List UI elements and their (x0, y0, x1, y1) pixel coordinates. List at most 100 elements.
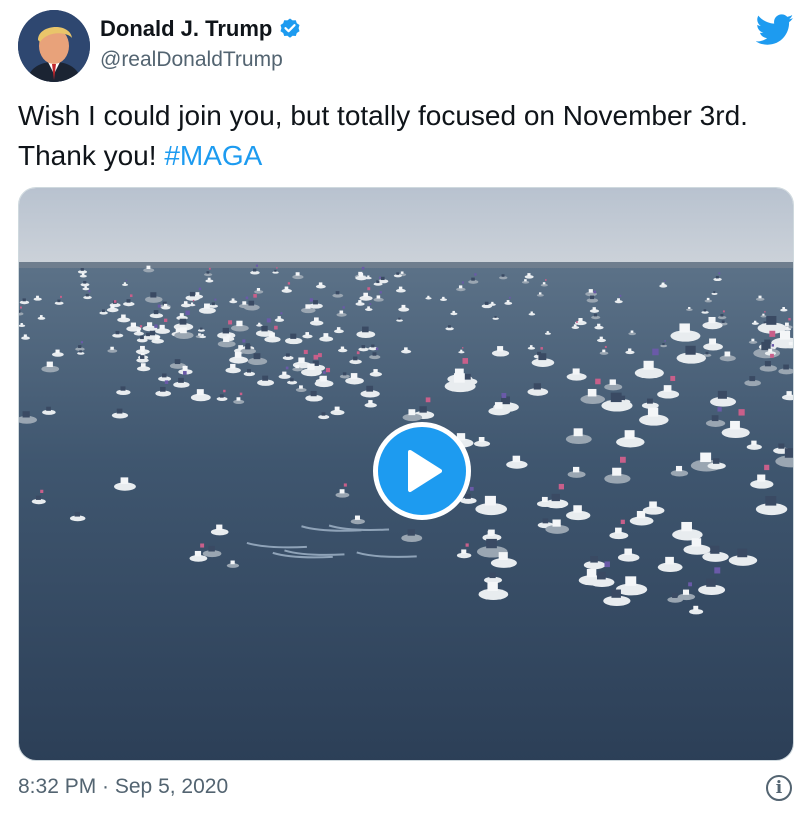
boat-cabin (80, 268, 84, 271)
boat-cabin (238, 345, 244, 350)
boat-cabin (649, 501, 657, 509)
boat-flag (620, 456, 626, 463)
hashtag-link[interactable]: #MAGA (164, 140, 262, 171)
boat-cabin (368, 400, 373, 404)
boat-cabin (242, 301, 247, 305)
boat-cabin (602, 349, 606, 353)
boat-flag (462, 347, 464, 349)
boat-flag (255, 264, 259, 267)
boat-cabin (290, 378, 294, 382)
profile-photo-icon (18, 10, 90, 82)
boat-flag (276, 267, 278, 269)
boat-cabin (219, 394, 224, 398)
boat-cabin (310, 390, 317, 397)
boat-cabin (342, 372, 347, 376)
boat-cabin (766, 315, 777, 325)
boat-flag (198, 287, 202, 291)
boat-cabin (81, 273, 85, 276)
boat-cabin (501, 274, 505, 277)
boat-cabin (57, 299, 61, 303)
boat-cabin (768, 348, 773, 353)
author-name[interactable]: Donald J. Trump (100, 16, 272, 42)
boat-flag (239, 392, 243, 396)
boat-cabin (587, 388, 597, 397)
boat-cabin (115, 330, 120, 335)
info-icon[interactable]: i (766, 775, 792, 801)
boat-cabin (262, 375, 269, 381)
video-player[interactable] (18, 187, 794, 761)
boat-cabin (179, 313, 184, 317)
boat-cabin (489, 572, 496, 579)
boat-cabin (22, 411, 30, 418)
play-button[interactable] (373, 422, 471, 520)
boat-cabin (592, 307, 596, 310)
boat-cabin (708, 316, 716, 324)
boat-cabin (408, 409, 416, 416)
boat-cabin (498, 552, 508, 561)
boat-cabin (83, 280, 87, 284)
boat-flag (214, 298, 217, 301)
boat-flag (558, 483, 564, 490)
boat-flag (770, 353, 774, 358)
boat-flag (317, 353, 322, 358)
boat-cabin (461, 549, 467, 554)
boat-cabin (230, 560, 235, 565)
boat-cabin (189, 291, 195, 297)
boat-cabin (376, 295, 381, 299)
boat-cabin (223, 336, 230, 342)
boat-cabin (497, 346, 504, 352)
boat-cabin (334, 406, 340, 411)
boat-cabin (339, 489, 345, 494)
boat-cabin (123, 282, 126, 285)
boat-flag (60, 295, 62, 298)
boat-cabin (546, 331, 549, 333)
boat-flag (200, 543, 205, 548)
boat-cabin (529, 345, 533, 348)
boat-cabin (361, 345, 366, 349)
boat-cabin (617, 298, 620, 301)
boat-cabin (290, 333, 297, 339)
boat-flag (769, 330, 776, 337)
tweet-line-2: Thank you! #MAGA (18, 136, 798, 176)
boat-flag (378, 276, 381, 279)
boat-flag (129, 294, 133, 297)
avatar[interactable] (18, 10, 90, 82)
tweet-timestamp[interactable]: 8:32 PM · Sep 5, 2020 (18, 775, 228, 799)
boat-cabin (609, 379, 616, 385)
boat-flag (88, 290, 91, 293)
boat-cabin (717, 390, 727, 399)
author-handle[interactable]: @realDonaldTrump (100, 48, 283, 72)
boat-cabin (588, 289, 593, 293)
boat-cabin (140, 335, 144, 340)
boat-cabin (551, 493, 560, 502)
twitter-bird-icon[interactable] (756, 14, 794, 46)
boat-cabin (140, 348, 145, 352)
boat-cabin (778, 443, 785, 449)
boat-flag (274, 325, 278, 330)
boat-cabin (419, 406, 427, 413)
boat-flag (595, 378, 601, 385)
boat-cabin (180, 327, 187, 334)
boat-flag (356, 351, 360, 355)
boat-flag (771, 344, 775, 347)
boat-flag (718, 272, 721, 275)
boat-cabin (55, 349, 60, 354)
boat-flag (788, 317, 791, 321)
boat-cabin (236, 397, 241, 401)
boat-flag (313, 354, 319, 360)
boat-cabin (149, 330, 156, 336)
play-icon (408, 450, 442, 492)
boat-cabin (174, 359, 181, 365)
boat-cabin (542, 518, 549, 524)
boat-cabin (253, 353, 261, 360)
boat-cabin (590, 295, 595, 300)
boat-cabin (628, 348, 632, 352)
boat-cabin (140, 355, 145, 359)
boat-flag (501, 393, 507, 398)
boat-cabin (460, 349, 463, 352)
boat-flag (266, 318, 271, 323)
boat-cabin (126, 299, 131, 303)
boat-flag (19, 306, 22, 309)
boat-cabin (685, 345, 696, 355)
boat-flag (325, 367, 331, 373)
